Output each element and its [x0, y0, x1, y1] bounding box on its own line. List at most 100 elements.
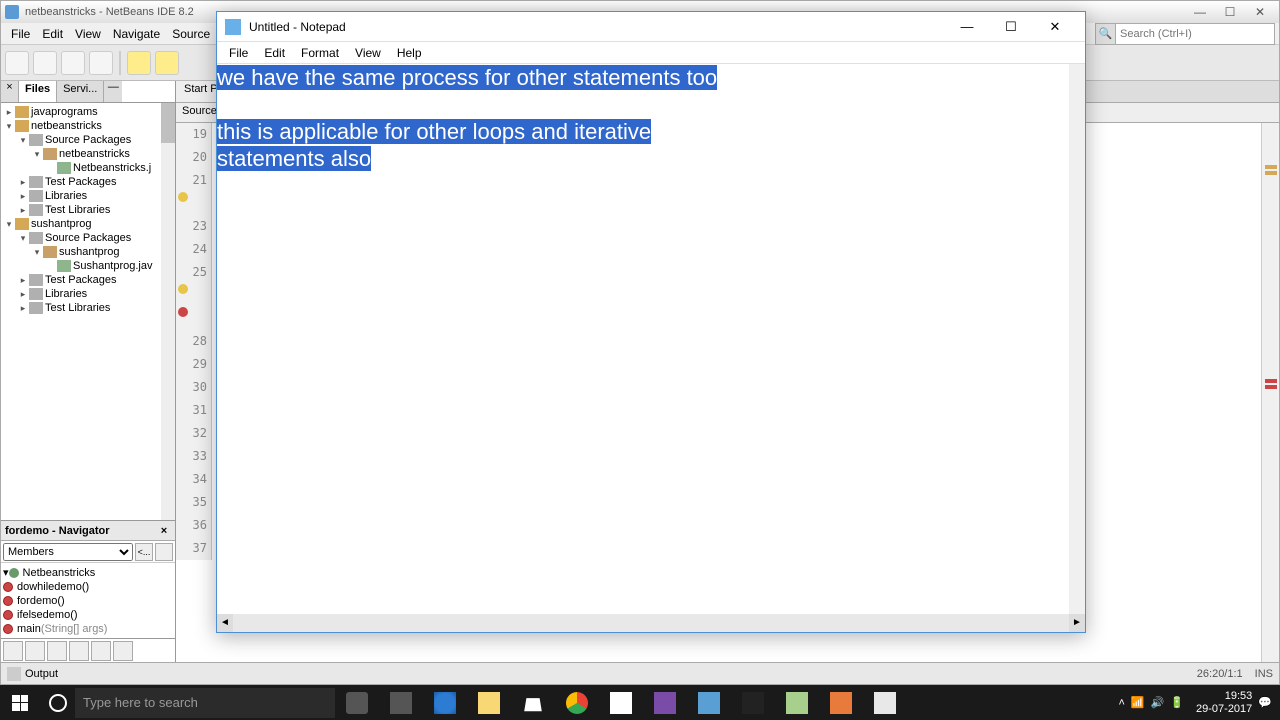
scroll-left-arrow[interactable]: ◄ [217, 614, 233, 632]
app-icon [786, 692, 808, 714]
notepad-hscrollbar[interactable]: ◄ ► [217, 614, 1085, 632]
nav-btn-1[interactable] [3, 641, 23, 661]
taskbar-notepad[interactable] [863, 685, 907, 720]
tree-test-libraries2[interactable]: Test Libraries [45, 302, 110, 314]
scroll-right-arrow[interactable]: ► [1069, 614, 1085, 632]
bulb-icon[interactable] [178, 192, 188, 202]
redo-button[interactable] [155, 51, 179, 75]
taskbar-explorer[interactable] [467, 685, 511, 720]
nav-btn-6[interactable] [113, 641, 133, 661]
nav-class[interactable]: Netbeanstricks [23, 567, 96, 579]
notepad-minimize-button[interactable]: — [945, 13, 989, 41]
tray-network-icon[interactable]: 📶 [1131, 696, 1145, 709]
close-button[interactable]: ✕ [1245, 5, 1275, 19]
tree-test-packages[interactable]: Test Packages [45, 176, 117, 188]
navigator-tree[interactable]: ▾Netbeanstricks dowhiledemo() fordemo() … [1, 563, 175, 638]
nav-btn-3[interactable] [47, 641, 67, 661]
services-tab[interactable]: Servi... [57, 81, 104, 102]
save-all-button[interactable] [89, 51, 113, 75]
taskbar-store[interactable] [511, 685, 555, 720]
nav-main[interactable]: main [17, 623, 41, 635]
notepad-menu-help[interactable]: Help [389, 46, 430, 60]
tree-javaprograms[interactable]: javaprograms [31, 106, 98, 118]
taskbar-vs[interactable] [643, 685, 687, 720]
tree-libraries[interactable]: Libraries [45, 190, 87, 202]
notepad-text-area[interactable]: we have the same process for other state… [217, 64, 1085, 614]
nav-ifelsedemo[interactable]: ifelsedemo() [17, 609, 78, 621]
folder-icon [29, 274, 43, 286]
notepad-menu-format[interactable]: Format [293, 46, 347, 60]
maximize-button[interactable]: ☐ [1215, 5, 1245, 19]
taskbar-edge[interactable] [423, 685, 467, 720]
tree-source-packages[interactable]: Source Packages [45, 134, 131, 146]
cortana-button[interactable] [40, 685, 75, 720]
menu-source[interactable]: Source [166, 27, 216, 41]
taskbar-taskview[interactable] [379, 685, 423, 720]
taskbar-app1[interactable] [599, 685, 643, 720]
notepad-menu-edit[interactable]: Edit [256, 46, 293, 60]
files-tab[interactable]: Files [19, 81, 57, 102]
notepad-close-button[interactable]: ✕ [1033, 13, 1077, 41]
error-stripe[interactable] [1261, 123, 1279, 662]
notifications-icon[interactable]: 💬 [1258, 696, 1272, 709]
tree-test-packages2[interactable]: Test Packages [45, 274, 117, 286]
menu-edit[interactable]: Edit [36, 27, 69, 41]
tray-chevron-icon[interactable]: ˄ [1118, 697, 1124, 709]
nav-btn-4[interactable] [69, 641, 89, 661]
nav-btn-2[interactable] [25, 641, 45, 661]
output-label[interactable]: Output [25, 668, 58, 680]
minimize-panel[interactable]: — [104, 81, 122, 102]
nav-fordemo[interactable]: fordemo() [17, 595, 65, 607]
tree-nbt-java[interactable]: Netbeanstricks.j [73, 162, 151, 174]
menu-navigate[interactable]: Navigate [107, 27, 166, 41]
taskbar-netbeans[interactable] [687, 685, 731, 720]
tree-scrollbar[interactable] [161, 103, 175, 520]
notepad-titlebar[interactable]: Untitled - Notepad — ☐ ✕ [217, 12, 1085, 42]
new-file-button[interactable] [5, 51, 29, 75]
navigator-close[interactable]: × [157, 525, 171, 537]
netbeans-search: 🔍 [1095, 23, 1275, 45]
notepad-vscrollbar[interactable] [1069, 64, 1085, 614]
taskbar-cmd[interactable] [731, 685, 775, 720]
tree-sushantprog[interactable]: sushantprog [31, 218, 92, 230]
menu-file[interactable]: File [5, 27, 36, 41]
menu-view[interactable]: View [69, 27, 107, 41]
notepad-menu-file[interactable]: File [221, 46, 256, 60]
taskbar-app3[interactable] [819, 685, 863, 720]
taskbar-chrome[interactable] [555, 685, 599, 720]
tree-sp-package[interactable]: sushantprog [59, 246, 120, 258]
nav-dowhiledemo[interactable]: dowhiledemo() [17, 581, 89, 593]
search-icon[interactable]: 🔍 [1095, 23, 1115, 45]
bulb-icon[interactable] [178, 284, 188, 294]
tree-nbt-package[interactable]: netbeanstricks [59, 148, 130, 160]
members-dropdown[interactable]: Members [3, 543, 133, 561]
tray-battery-icon[interactable]: 🔋 [1170, 696, 1184, 709]
nav-filter-button[interactable]: <... [135, 543, 153, 561]
new-project-button[interactable] [33, 51, 57, 75]
line-number: 28 [176, 330, 211, 353]
search-input[interactable] [1115, 23, 1275, 45]
notepad-maximize-button[interactable]: ☐ [989, 13, 1033, 41]
minimize-button[interactable]: — [1185, 5, 1215, 19]
open-project-button[interactable] [61, 51, 85, 75]
project-tree[interactable]: ▸javaprograms ▾netbeanstricks ▾Source Pa… [1, 103, 175, 520]
output-icon[interactable] [7, 667, 21, 681]
nav-btn-5[interactable] [91, 641, 111, 661]
projects-tab-close[interactable]: × [1, 81, 19, 102]
tree-netbeanstricks[interactable]: netbeanstricks [31, 120, 102, 132]
nav-sort-button[interactable] [155, 543, 173, 561]
error-icon[interactable] [178, 307, 188, 317]
undo-button[interactable] [127, 51, 151, 75]
tray-volume-icon[interactable]: 🔊 [1151, 696, 1165, 709]
taskbar-mic[interactable] [335, 685, 379, 720]
taskbar-app2[interactable] [775, 685, 819, 720]
taskbar-search[interactable]: Type here to search [75, 688, 335, 718]
notepad-menu-view[interactable]: View [347, 46, 389, 60]
taskview-icon [390, 692, 412, 714]
taskbar-clock[interactable]: 19:53 29-07-2017 [1196, 690, 1252, 716]
tree-libraries2[interactable]: Libraries [45, 288, 87, 300]
start-button[interactable] [0, 685, 40, 720]
tree-source-packages2[interactable]: Source Packages [45, 232, 131, 244]
tree-sp-java[interactable]: Sushantprog.jav [73, 260, 153, 272]
tree-test-libraries[interactable]: Test Libraries [45, 204, 110, 216]
